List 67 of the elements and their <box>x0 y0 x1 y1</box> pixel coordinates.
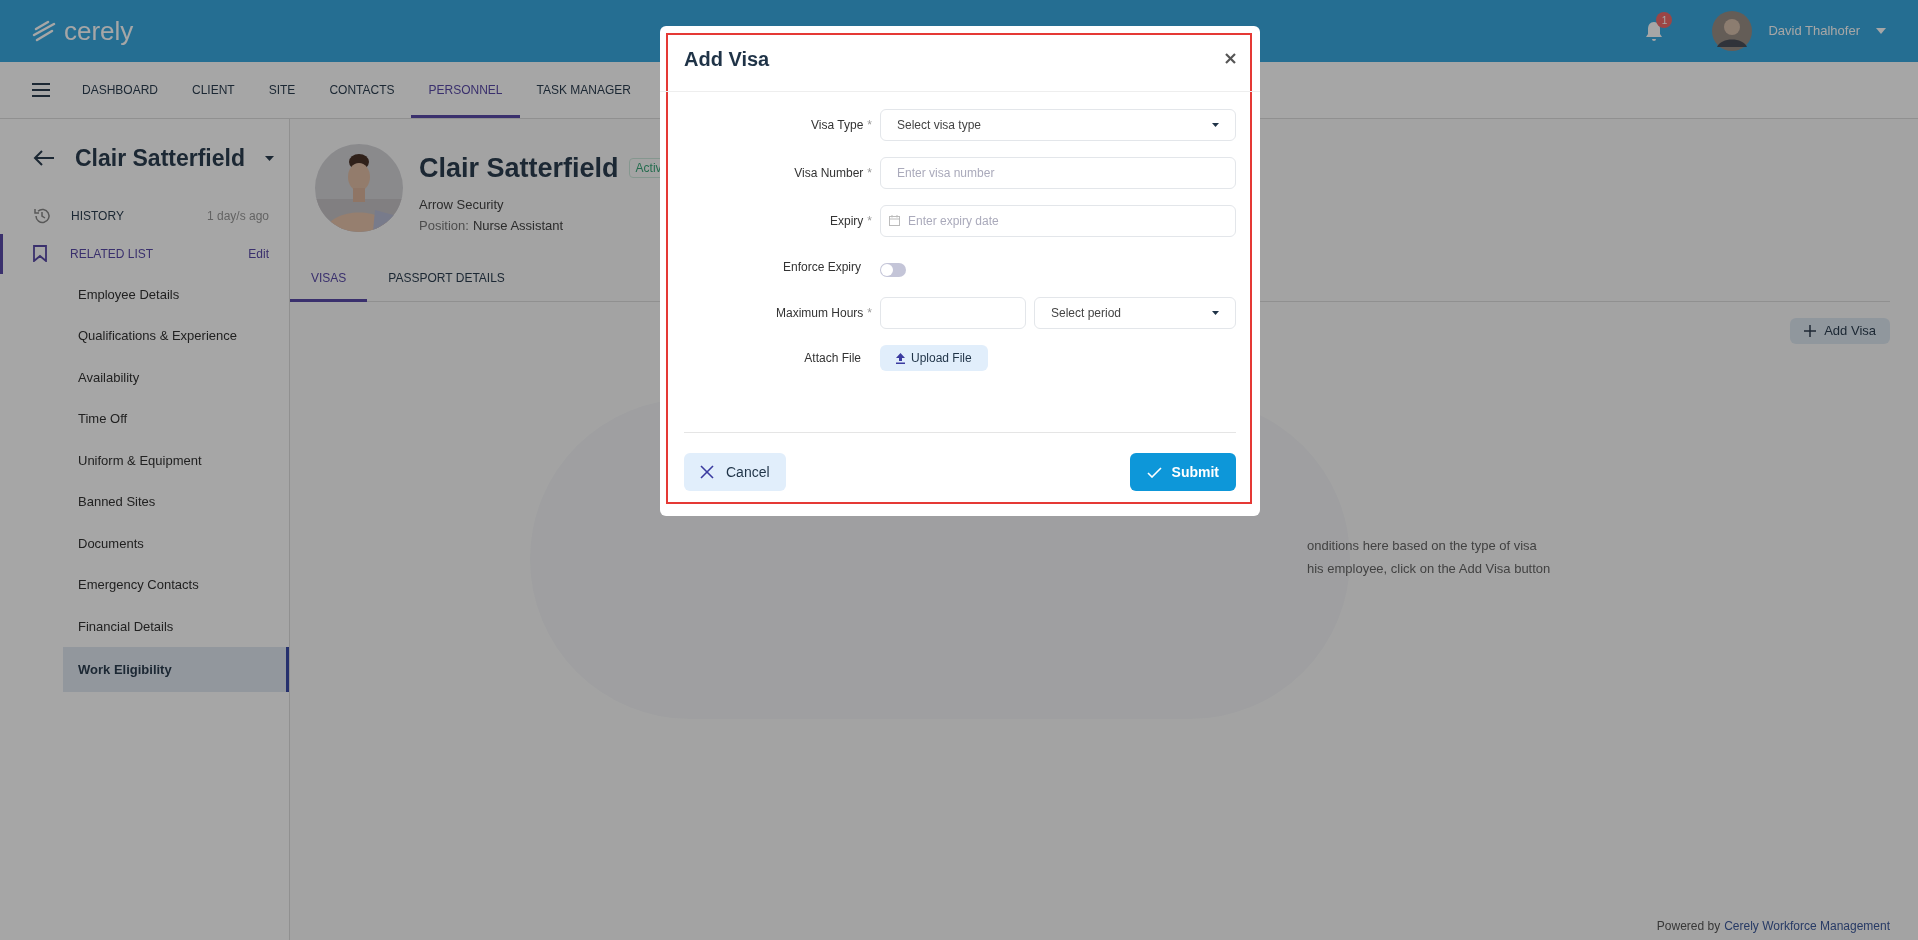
expiry-date-field[interactable]: Enter expiry date <box>880 205 1236 237</box>
field-label: Visa Number <box>794 165 864 182</box>
toggle-switch[interactable] <box>880 263 906 277</box>
history-icon <box>33 206 51 225</box>
nav-tab[interactable]: DASHBOARD <box>65 62 175 118</box>
sidebar-item[interactable]: Availability <box>63 356 289 398</box>
required-mark: * <box>867 213 872 230</box>
sidebar-item[interactable]: Employee Details <box>63 273 289 315</box>
employee-name[interactable]: Clair Satterfield <box>75 141 245 176</box>
modal-title: Add Visa <box>684 46 770 72</box>
required-mark: * <box>867 117 872 134</box>
nav-tab[interactable]: TASK MANAGER <box>519 62 648 118</box>
caret-icon <box>1212 311 1219 315</box>
field-label: Maximum Hours <box>775 305 864 322</box>
history-label[interactable]: HISTORY <box>71 206 124 225</box>
footer-text: Powered by <box>1656 918 1721 935</box>
cancel-button[interactable]: Cancel <box>684 453 786 491</box>
caret-icon <box>1212 123 1219 127</box>
plus-icon <box>1804 324 1817 337</box>
sidebar-item[interactable]: Qualifications & Experience <box>63 315 289 357</box>
close-icon[interactable] <box>1225 53 1236 64</box>
empty-state-text: onditions here based on the type of visa <box>1307 537 1538 555</box>
sidebar-item[interactable]: Time Off <box>63 398 289 440</box>
sidebar-item[interactable]: Uniform & Equipment <box>63 439 289 481</box>
upload-icon <box>896 352 905 364</box>
nav-tab[interactable]: CONTACTS <box>312 62 412 118</box>
logo-text: cerely <box>64 18 134 44</box>
empty-state-text: his employee, click on the Add Visa button <box>1307 559 1551 578</box>
visa-number-field[interactable]: Enter visa number <box>880 157 1236 189</box>
visa-type-dropdown[interactable]: Select visa type <box>880 109 1236 141</box>
field-label: Visa Type <box>811 117 864 134</box>
period-dropdown[interactable]: Select period <box>1034 297 1236 329</box>
sidebar-item[interactable]: Emergency Contacts <box>63 564 289 606</box>
back-arrow-icon[interactable] <box>33 150 55 167</box>
sidebar-item[interactable]: Financial Details <box>63 605 289 647</box>
nav-tab[interactable]: SITE <box>251 62 313 118</box>
company-name: Arrow Security <box>419 195 505 214</box>
position-label: Position: <box>419 217 469 235</box>
submit-button[interactable]: Submit <box>1129 453 1236 491</box>
field-label: Expiry <box>830 213 864 230</box>
sidebar-item[interactable]: Banned Sites <box>63 481 289 523</box>
maximum-hours-field[interactable] <box>880 297 1026 329</box>
caret-icon[interactable] <box>265 155 274 161</box>
calendar-icon <box>889 215 900 226</box>
notification-count: 1 <box>1656 12 1673 28</box>
tab[interactable]: VISAS <box>290 257 368 302</box>
history-time: 1 day/s ago <box>206 207 269 225</box>
menu-icon[interactable] <box>32 83 50 97</box>
footer-link[interactable]: Cerely Workforce Management <box>1724 917 1890 935</box>
check-icon <box>1146 466 1162 478</box>
profile-name: Clair Satterfield <box>419 152 619 185</box>
required-mark: * <box>867 165 872 182</box>
add-visa-button[interactable]: Add Visa <box>1790 317 1890 344</box>
position-value: Nurse Assistant <box>472 217 564 235</box>
bookmark-icon <box>33 245 47 262</box>
nav-tab[interactable]: CLIENT <box>175 62 252 118</box>
tab[interactable]: PASSPORT DETAILS <box>367 257 526 302</box>
sidebar-item[interactable]: Work Eligibility <box>63 647 289 692</box>
field-label: Enforce Expiry <box>782 259 861 276</box>
related-list-label: RELATED LIST <box>70 245 154 263</box>
required-mark: * <box>867 305 872 322</box>
field-label: Attach File <box>804 350 861 367</box>
upload-file-button[interactable]: Upload File <box>880 345 988 371</box>
edit-link[interactable]: Edit <box>248 244 269 263</box>
user-avatar[interactable] <box>1712 11 1753 51</box>
close-icon <box>700 465 714 479</box>
sidebar-item[interactable]: Documents <box>63 522 289 564</box>
